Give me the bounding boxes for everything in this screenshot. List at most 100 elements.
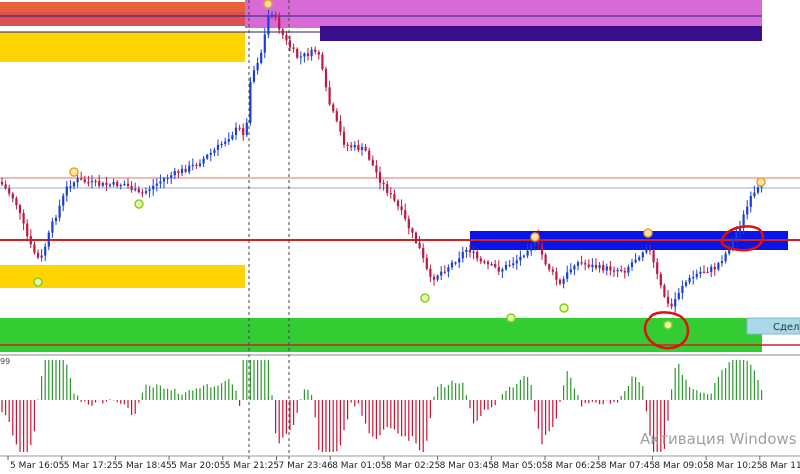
supply-zone-navy (320, 26, 762, 41)
candle-body (36, 252, 40, 258)
candle-body (645, 249, 648, 253)
candle-body (476, 251, 479, 259)
candle-body (188, 165, 191, 172)
candle-body (15, 198, 18, 206)
candle-body (393, 194, 396, 201)
candle-body (360, 146, 364, 151)
candle-body (159, 181, 162, 184)
candle-body (396, 200, 400, 207)
candle-body (411, 228, 414, 233)
candle-body (314, 49, 317, 52)
candle-body (357, 145, 360, 151)
candle-body (724, 253, 727, 262)
candle-body (666, 296, 670, 304)
candle-body (641, 252, 644, 258)
candle-body (98, 181, 101, 186)
candle-body (306, 53, 310, 57)
candle-body (612, 270, 616, 272)
candle-body (486, 261, 490, 265)
candle-body (587, 264, 590, 268)
candle-body (710, 266, 713, 272)
candle-body (324, 69, 328, 88)
candle-body (134, 188, 137, 191)
candle-body (620, 269, 623, 272)
candle-body (195, 164, 198, 166)
candle-body (296, 48, 299, 58)
candle-body (627, 267, 630, 273)
candle-body (11, 193, 14, 199)
x-tick-label: 8 Mar 07:45 (601, 461, 655, 471)
candle-body (663, 285, 666, 297)
candle-body (695, 273, 698, 277)
candle-body (202, 158, 205, 164)
candle-body (530, 244, 533, 251)
candle-body (126, 183, 130, 186)
candle-body (206, 154, 209, 159)
candle-body (152, 185, 155, 190)
candle-body (213, 149, 216, 153)
candle-body (80, 178, 83, 180)
candle-body (407, 218, 410, 229)
candle-body (573, 265, 576, 270)
candle-body (119, 184, 122, 187)
candle-body (551, 269, 554, 272)
candle-body (382, 182, 385, 185)
candle-body (461, 251, 464, 259)
candle-body (562, 278, 565, 284)
candle-body (65, 186, 68, 196)
candle-body (702, 271, 706, 273)
x-tick-label: 8 Mar 02:25 (386, 461, 440, 471)
candle-body (256, 62, 259, 71)
x-tick-label: 5 Mar 21:25 (225, 461, 279, 471)
candle-body (425, 257, 428, 269)
candle-body (18, 205, 22, 214)
candle-body (62, 195, 65, 206)
candle-body (137, 188, 140, 193)
candle-body (602, 265, 605, 271)
candle-body (623, 270, 626, 273)
candle-body (443, 271, 446, 273)
x-tick-label: 8 Mar 09:05 (654, 461, 708, 471)
fractal-down-marker (134, 199, 144, 209)
candle-body (371, 159, 374, 166)
candle-body (638, 257, 641, 260)
candle-body (756, 187, 760, 193)
candle-body (155, 183, 158, 186)
supply-zone-top (245, 0, 762, 28)
candle-body (447, 267, 450, 272)
candle-body (659, 274, 662, 286)
candle-body (353, 145, 356, 148)
candle-body (29, 236, 32, 245)
candle-body (735, 232, 738, 239)
candle-body (342, 131, 346, 145)
candle-body (598, 265, 601, 269)
candle-body (512, 263, 515, 266)
candle-body (472, 251, 475, 253)
candle-body (630, 262, 634, 268)
candle-body (544, 254, 547, 265)
candle-body (746, 206, 749, 215)
candle-body (450, 262, 454, 268)
candle-body (281, 29, 284, 36)
candle-body (490, 264, 493, 266)
candle-body (141, 192, 144, 194)
candle-body (674, 299, 677, 307)
fractal-up-marker (263, 0, 273, 9)
x-tick-label: 8 Mar 05:05 (493, 461, 547, 471)
candle-body (332, 104, 335, 112)
candle-body (227, 139, 230, 142)
supply-zone-left-lower (0, 12, 245, 26)
candle-body (173, 171, 176, 176)
fractal-up-marker (69, 167, 79, 177)
fractal-up-marker (756, 177, 766, 187)
candle-body (400, 206, 403, 211)
candle-body (432, 276, 436, 280)
candle-body (209, 152, 212, 155)
candle-body (263, 34, 266, 53)
candle-body (648, 249, 652, 251)
candle-body (33, 244, 36, 253)
candle-body (170, 175, 173, 178)
candle-body (508, 264, 511, 267)
candle-body (270, 14, 274, 17)
candle-body (558, 279, 562, 284)
